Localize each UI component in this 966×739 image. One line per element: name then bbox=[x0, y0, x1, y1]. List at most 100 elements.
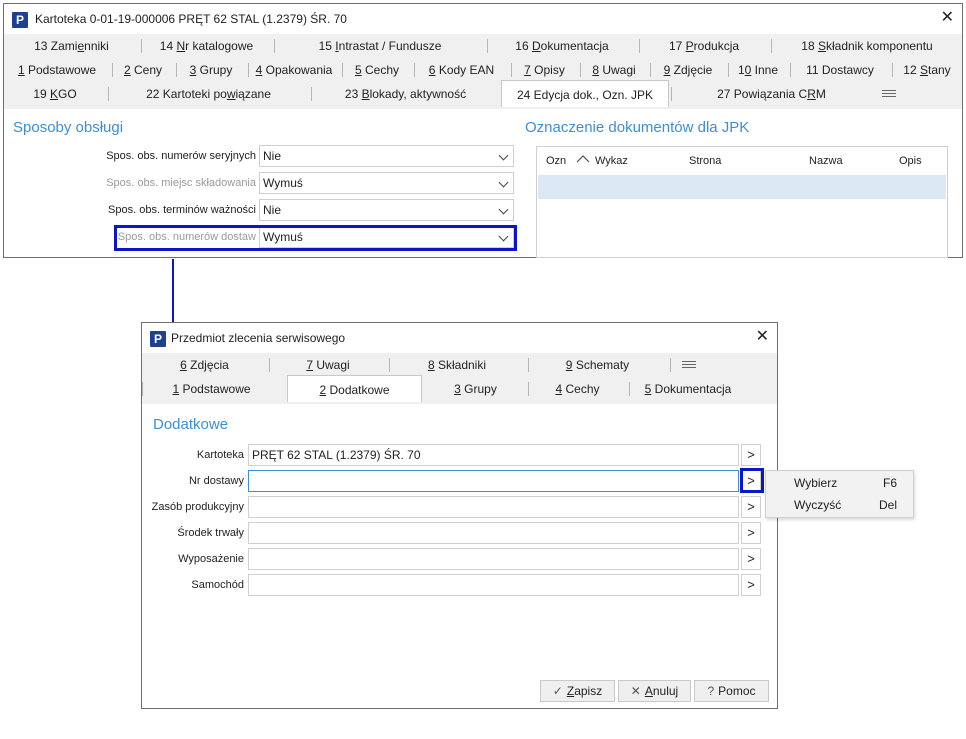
tab-w1r1-2[interactable]: 15 Intrastat / Fundusze bbox=[274, 34, 486, 58]
tab-w1r3-3[interactable]: 24 Edycja dok., Ozn. JPK bbox=[501, 80, 669, 107]
tab-separator bbox=[142, 382, 143, 396]
tab-w2r2-0[interactable]: 1 Podstawowe bbox=[142, 377, 281, 401]
menu-item-label: Wyczyść bbox=[794, 498, 842, 512]
grid-column-header[interactable]: Opis bbox=[899, 155, 922, 167]
tab-w1r2-4[interactable]: 5 Cechy bbox=[342, 58, 412, 82]
tab-w2r1-1[interactable]: 7 Uwagi bbox=[269, 353, 387, 377]
tab-w1r1-3[interactable]: 16 Dokumentacja bbox=[487, 34, 637, 58]
tab-w1r2-7[interactable]: 8 Uwagi bbox=[580, 58, 648, 82]
tab-label-hotkey: S bbox=[919, 63, 928, 77]
sposob-combobox[interactable]: Nie bbox=[259, 145, 514, 167]
help-button[interactable]: ? Pomoc bbox=[694, 680, 769, 702]
tab-label-start: 11 Dostawcy bbox=[806, 63, 874, 77]
field-input-5[interactable] bbox=[248, 574, 739, 596]
tab-w1r2-10[interactable]: 11 Dostawcy bbox=[790, 58, 890, 82]
context-menu-item[interactable]: Wyczyść Del bbox=[766, 494, 913, 516]
field-input-1[interactable] bbox=[248, 470, 739, 492]
tab-label-end: nuluj bbox=[652, 684, 679, 698]
tab-separator bbox=[311, 87, 312, 101]
field-input-0[interactable]: PRĘT 62 STAL (1.2379) ŚR. 70 bbox=[248, 444, 739, 466]
tab-w2r1-2[interactable]: 8 Składniki bbox=[389, 353, 525, 377]
tab-w1r3-2[interactable]: 23 Blokady, aktywność bbox=[311, 82, 500, 106]
tab-label-end: Uwagi bbox=[313, 358, 350, 372]
tab-separator bbox=[629, 382, 630, 396]
tab-w2r2-3[interactable]: 4 Cechy bbox=[528, 377, 627, 401]
sort-ascending-icon bbox=[576, 155, 590, 163]
tab-w2r1-3[interactable]: 9 Schematy bbox=[528, 353, 667, 377]
tab-label-end: GO bbox=[58, 87, 77, 101]
menu-item-shortcut: F6 bbox=[882, 476, 897, 490]
tab-w1r2-6[interactable]: 7 Opisy bbox=[511, 58, 578, 82]
chevron-down-icon[interactable] bbox=[498, 150, 509, 161]
combobox-value: Nie bbox=[263, 149, 282, 163]
field-select-button[interactable]: > bbox=[741, 574, 761, 596]
cancel-button[interactable]: ✕ Anuluj bbox=[618, 680, 691, 702]
grid-column-header[interactable]: Ozn bbox=[546, 155, 566, 167]
chevron-down-icon[interactable] bbox=[498, 177, 509, 188]
tab-w1r1-0[interactable]: 13 Zamienniki bbox=[4, 34, 139, 58]
tab-label-end: M bbox=[815, 87, 826, 101]
sposob-combobox[interactable]: Nie bbox=[259, 199, 514, 221]
tab-w1r2-9[interactable]: 10 Inne bbox=[728, 58, 788, 82]
context-menu-item[interactable]: Wybierz F6 bbox=[766, 472, 913, 494]
jpk-section-title: Oznaczenie dokumentów dla JPK bbox=[525, 119, 750, 136]
tab-label-end: iązane bbox=[235, 87, 271, 101]
more-tabs-icon[interactable] bbox=[882, 90, 896, 100]
tab-separator bbox=[580, 63, 581, 77]
tab-separator bbox=[511, 63, 512, 77]
tab-w1r1-5[interactable]: 18 Składnik komponentu bbox=[771, 34, 963, 58]
tab-label-end: Grupy bbox=[196, 63, 233, 77]
field-select-button[interactable]: > bbox=[741, 522, 761, 544]
tab-label-end: rodukcja bbox=[693, 39, 740, 53]
nr-dostawy-button-highlight bbox=[740, 468, 764, 493]
tab-w1r3-4[interactable]: 27 Powiązania CRM bbox=[671, 82, 872, 106]
field-select-button[interactable]: > bbox=[741, 496, 761, 518]
tab-w1r2-0[interactable]: 1 Podstawowe bbox=[4, 58, 110, 82]
tab-separator bbox=[528, 358, 529, 372]
tab-label-end: Dodatkowe bbox=[326, 383, 390, 397]
close-icon[interactable]: ✕ bbox=[756, 329, 769, 345]
field-input-2[interactable] bbox=[248, 496, 739, 518]
tab-w1r3-0[interactable]: 19 KGO bbox=[4, 82, 106, 106]
tab-separator bbox=[639, 39, 640, 53]
tab-w1r2-8[interactable]: 9 Zdjęcie bbox=[650, 58, 726, 82]
tab-label-end: lokady, aktywność bbox=[369, 87, 467, 101]
tab-w1r3-1[interactable]: 22 Kartoteki powiązane bbox=[108, 82, 309, 106]
save-button[interactable]: ✓ Zapisz bbox=[540, 680, 615, 702]
tab-w1r2-3[interactable]: 4 Opakowania bbox=[248, 58, 340, 82]
field-select-button[interactable]: > bbox=[741, 444, 761, 466]
tab-w2r2-2[interactable]: 3 Grupy bbox=[425, 377, 526, 401]
jpk-grid-selected-row[interactable] bbox=[538, 175, 946, 199]
tab-label-hotkey: 8 bbox=[592, 63, 599, 77]
kartoteka-window: P Kartoteka 0-01-19-000006 PRĘT 62 STAL … bbox=[3, 3, 963, 258]
tab-label-end: Zdjęcie bbox=[670, 63, 713, 77]
field-select-button[interactable]: > bbox=[741, 548, 761, 570]
field-input-3[interactable] bbox=[248, 522, 739, 544]
sposob-label: Spos. obs. numerów seryjnych bbox=[106, 150, 256, 162]
tab-w2r2-4[interactable]: 5 Dokumentacja bbox=[629, 377, 747, 401]
field-input-4[interactable] bbox=[248, 548, 739, 570]
kartoteka-title: Kartoteka 0-01-19-000006 PRĘT 62 STAL (1… bbox=[35, 12, 347, 26]
field-label: Kartoteka bbox=[196, 449, 244, 461]
grid-column-header[interactable]: Strona bbox=[689, 155, 721, 167]
tab-label-end: Cechy bbox=[562, 382, 600, 396]
tab-label-end: Ceny bbox=[130, 63, 163, 77]
chevron-down-icon[interactable] bbox=[498, 204, 509, 215]
tab-label-end: Składniki bbox=[434, 358, 487, 372]
tab-separator bbox=[389, 358, 390, 372]
tab-w1r1-4[interactable]: 17 Produkcja bbox=[639, 34, 769, 58]
tab-w2r2-1[interactable]: 2 Dodatkowe bbox=[287, 375, 422, 402]
tab-w2r1-0[interactable]: 6 Zdjęcia bbox=[142, 353, 267, 377]
tab-w1r1-1[interactable]: 14 Nr katalogowe bbox=[141, 34, 272, 58]
sposob-combobox[interactable]: Wymuś bbox=[259, 172, 514, 194]
grid-column-header[interactable]: Nazwa bbox=[809, 155, 843, 167]
grid-column-header[interactable]: Wykaz bbox=[595, 155, 628, 167]
close-icon[interactable]: ✕ bbox=[941, 10, 954, 26]
jpk-grid[interactable]: Ozn Wykaz Strona Nazwa Opis bbox=[536, 146, 948, 258]
tab-w1r2-2[interactable]: 3 Grupy bbox=[176, 58, 246, 82]
tab-w1r2-11[interactable]: 12 Stany bbox=[892, 58, 962, 82]
tab-w1r2-1[interactable]: 2 Ceny bbox=[112, 58, 174, 82]
tab-label-hotkey: 2 bbox=[123, 63, 131, 77]
more-tabs-icon[interactable] bbox=[682, 361, 696, 371]
tab-w1r2-5[interactable]: 6 Kody EAN bbox=[414, 58, 509, 82]
